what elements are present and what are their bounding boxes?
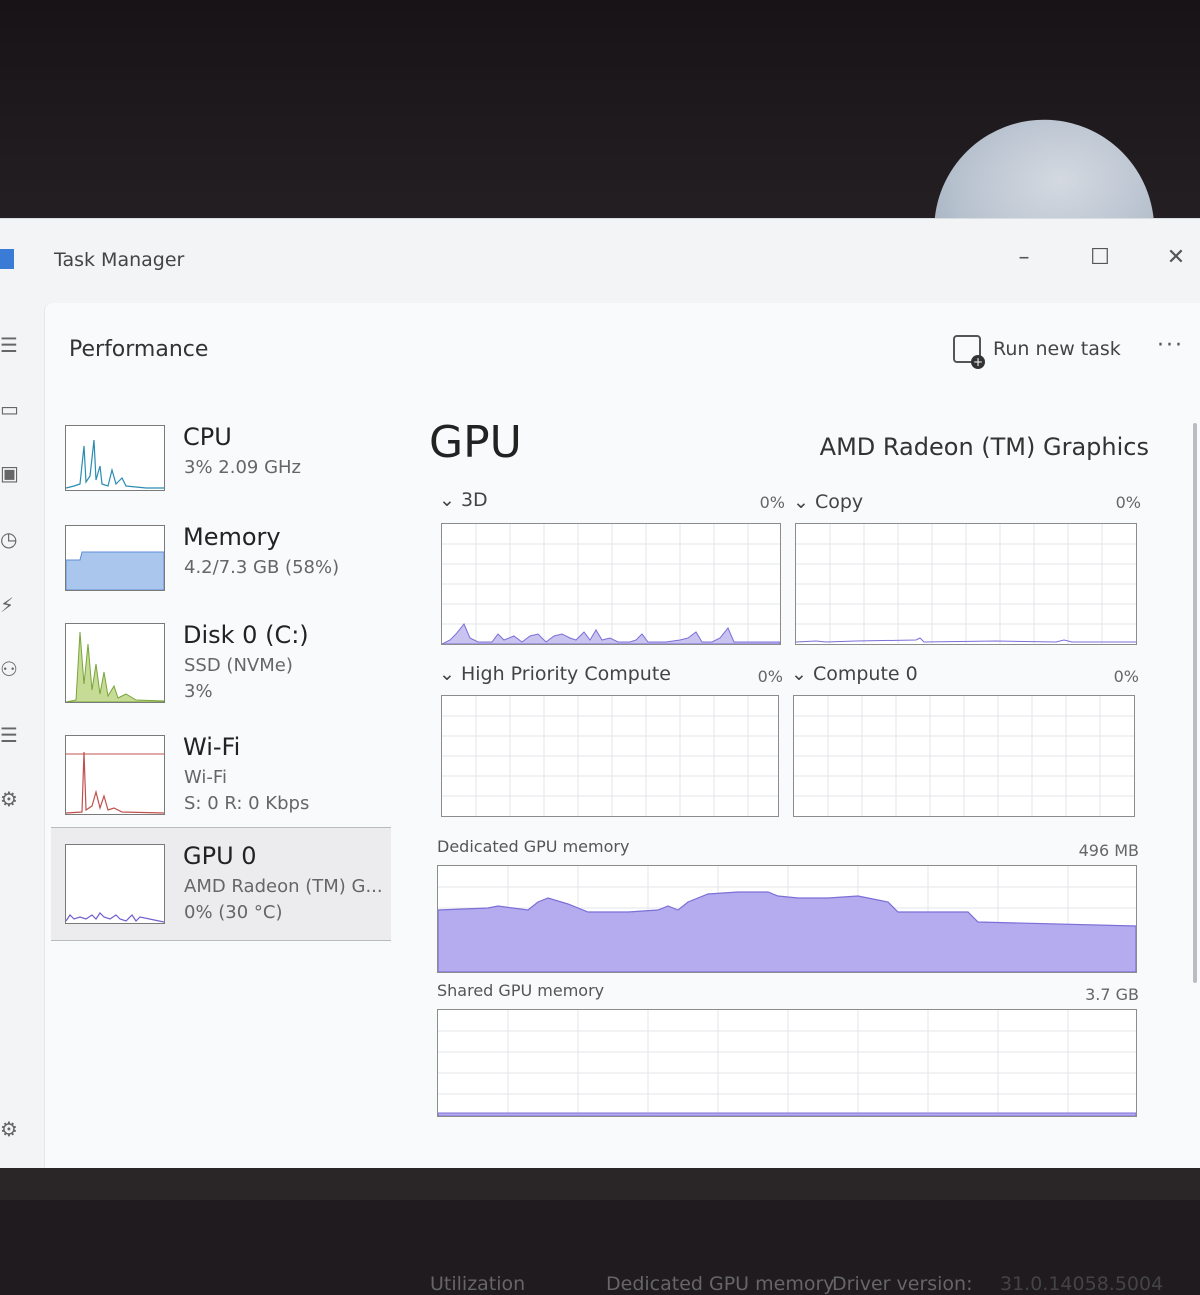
run-new-task-button[interactable]: Run new task xyxy=(953,335,1121,369)
driver-version-value: 31.0.14058.5004 xyxy=(1000,1273,1164,1295)
resource-detail-2: S: 0 R: 0 Kbps xyxy=(184,793,310,814)
resource-item-cpu[interactable]: CPU 3% 2.09 GHz xyxy=(51,417,391,513)
engine-percent: 0% xyxy=(757,667,783,686)
engine-percent: 0% xyxy=(759,493,785,512)
minimize-button[interactable]: – xyxy=(1004,237,1044,277)
engine-label: Copy xyxy=(814,491,864,513)
scrollbar[interactable] xyxy=(1193,423,1197,983)
users-icon[interactable]: ⚇ xyxy=(0,657,20,681)
chevron-down-icon: ⌄ xyxy=(439,489,455,511)
window-title: Task Manager xyxy=(54,249,185,271)
graph-dedicated-memory xyxy=(437,865,1137,973)
engine-selector-3d[interactable]: ⌄ 3D xyxy=(439,489,488,511)
performance-panel: Performance Run new task ··· CPU 3% 2.09… xyxy=(44,303,1200,1169)
more-options-button[interactable]: ··· xyxy=(1157,333,1184,358)
disk-thumbnail-graph xyxy=(65,623,165,703)
startup-icon[interactable]: ⚡ xyxy=(0,593,20,617)
details-icon[interactable]: ☰ xyxy=(0,723,20,747)
resource-detail: 3% 2.09 GHz xyxy=(184,457,302,478)
chevron-down-icon: ⌄ xyxy=(793,491,809,513)
run-new-task-label: Run new task xyxy=(993,338,1121,360)
resource-detail-2: 3% xyxy=(184,681,213,702)
resource-item-memory[interactable]: Memory 4.2/7.3 GB (58%) xyxy=(51,517,391,613)
memory-thumbnail-graph xyxy=(65,525,165,591)
wifi-thumbnail-graph xyxy=(65,735,165,815)
footer-utilization-label: Utilization xyxy=(430,1273,526,1295)
resource-item-disk[interactable]: Disk 0 (C:) SSD (NVMe) 3% xyxy=(51,615,391,711)
maximize-button[interactable]: ☐ xyxy=(1080,237,1120,277)
resource-detail: SSD (NVMe) xyxy=(184,655,293,676)
history-icon[interactable]: ◷ xyxy=(0,527,20,551)
graph-shared-memory xyxy=(437,1009,1137,1117)
graph-copy xyxy=(795,523,1137,645)
close-button[interactable]: ✕ xyxy=(1156,237,1196,277)
driver-version-label: Driver version: xyxy=(832,1273,973,1295)
footer-dedicated-label: Dedicated GPU memory xyxy=(606,1273,835,1295)
resource-name: Disk 0 (C:) xyxy=(183,621,309,649)
gpu-model-name: AMD Radeon (TM) Graphics xyxy=(819,433,1149,461)
graph-3d xyxy=(441,523,781,645)
engine-label: High Priority Compute xyxy=(460,663,671,685)
engine-selector-compute-0[interactable]: ⌄ Compute 0 xyxy=(791,663,918,685)
engine-selector-high-priority-compute[interactable]: ⌄ High Priority Compute xyxy=(439,663,671,685)
resource-detail-2: 0% (30 °C) xyxy=(184,902,283,923)
run-task-icon xyxy=(953,335,985,369)
engine-label: 3D xyxy=(460,489,488,511)
cpu-thumbnail-graph xyxy=(65,425,165,491)
dedicated-memory-max: 496 MB xyxy=(1078,841,1139,860)
processes-icon[interactable]: ▭ xyxy=(0,397,20,421)
navigation-rail: ☰ ▭ ▣ ◷ ⚡ ⚇ ☰ ⚙ ⚙ xyxy=(0,303,40,1163)
resource-item-gpu[interactable]: GPU 0 AMD Radeon (TM) G... 0% (30 °C) xyxy=(51,827,391,941)
resource-item-wifi[interactable]: Wi-Fi Wi-Fi S: 0 R: 0 Kbps xyxy=(51,727,391,823)
settings-icon[interactable]: ⚙ xyxy=(0,1117,20,1141)
graph-high-priority-compute xyxy=(441,695,779,817)
shared-memory-max: 3.7 GB xyxy=(1085,985,1139,1004)
gpu-title: GPU xyxy=(429,417,522,468)
dedicated-memory-label: Dedicated GPU memory xyxy=(437,837,630,856)
engine-percent: 0% xyxy=(1113,667,1139,686)
menu-icon[interactable]: ☰ xyxy=(0,333,20,357)
engine-selector-copy[interactable]: ⌄ Copy xyxy=(793,491,863,513)
resource-name: Wi-Fi xyxy=(183,733,241,761)
page-title: Performance xyxy=(69,337,209,362)
engine-label: Compute 0 xyxy=(812,663,918,685)
resource-detail: 4.2/7.3 GB (58%) xyxy=(184,557,340,578)
task-manager-logo-icon xyxy=(0,249,14,269)
chevron-down-icon: ⌄ xyxy=(439,663,455,685)
graph-compute-0 xyxy=(793,695,1135,817)
chevron-down-icon: ⌄ xyxy=(791,663,807,685)
services-icon[interactable]: ⚙ xyxy=(0,787,20,811)
resource-detail: AMD Radeon (TM) G... xyxy=(184,876,383,897)
resource-name: GPU 0 xyxy=(183,842,257,870)
title-bar: Task Manager – ☐ ✕ xyxy=(0,219,1200,303)
task-manager-window: Task Manager – ☐ ✕ ☰ ▭ ▣ ◷ ⚡ ⚇ ☰ ⚙ ⚙ Per… xyxy=(0,218,1200,1295)
resource-detail: Wi-Fi xyxy=(184,767,227,788)
engine-percent: 0% xyxy=(1115,493,1141,512)
resource-name: Memory xyxy=(183,523,281,551)
shared-memory-label: Shared GPU memory xyxy=(437,981,605,1000)
resource-name: CPU xyxy=(183,423,232,451)
screen-bottom-edge xyxy=(0,1168,1200,1200)
gpu-thumbnail-graph xyxy=(65,844,165,924)
performance-icon[interactable]: ▣ xyxy=(0,461,20,485)
